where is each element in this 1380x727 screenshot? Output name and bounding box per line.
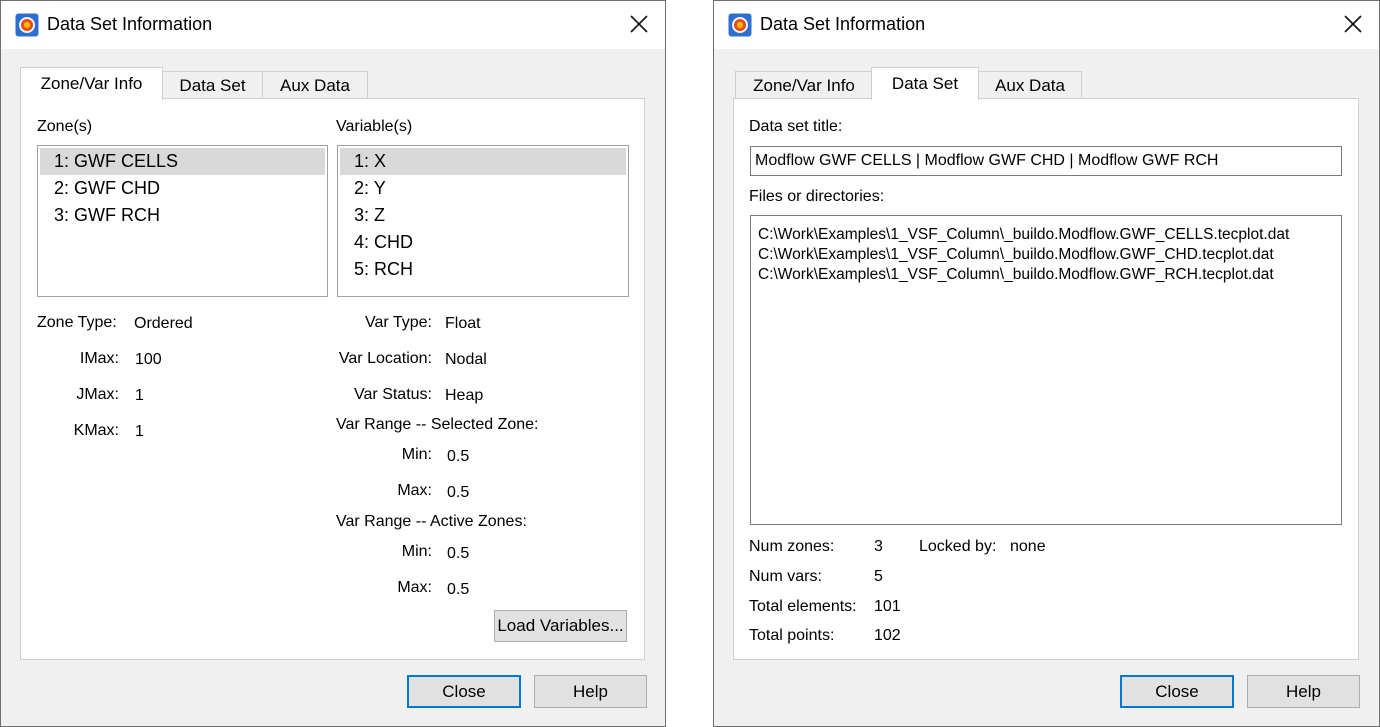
tab-data-set[interactable]: Data Set [162,71,263,99]
title-bar: Data Set Information [714,1,1379,49]
kmax-label: KMax: [73,422,119,439]
num-zones-value: 3 [874,538,883,555]
var-range-active-label: Var Range -- Active Zones: [336,513,527,530]
selected-max-value: 0.5 [447,484,470,501]
load-variables-button[interactable]: Load Variables... [494,610,627,642]
variable-item[interactable]: 3: Z [340,202,626,229]
dialog-data-set: Data Set Information Zone/Var Info Data … [713,0,1380,727]
active-min-label: Min: [401,543,432,560]
variables-label: Variable(s) [336,118,413,135]
dataset-title-input[interactable]: Modflow GWF CELLS | Modflow GWF CHD | Mo… [750,146,1342,176]
help-button[interactable]: Help [1247,675,1360,708]
num-vars-label: Num vars: [749,568,822,585]
zone-item[interactable]: 3: GWF RCH [40,202,325,229]
locked-by-label: Locked by: [919,538,997,555]
help-button[interactable]: Help [534,675,647,708]
active-max-label: Max: [397,579,432,596]
var-location-label: Var Location: [338,350,432,367]
title-bar: Data Set Information [1,1,665,49]
variable-item[interactable]: 1: X [340,148,626,175]
zone-type-label: Zone Type: [37,314,117,331]
jmax-label: JMax: [76,386,119,403]
var-status-label: Var Status: [354,386,432,403]
var-range-selected-label: Var Range -- Selected Zone: [336,416,539,433]
selected-min-label: Min: [401,446,432,463]
tab-zone-var-info[interactable]: Zone/Var Info [735,71,873,99]
var-location-value: Nodal [445,351,487,368]
zone-type-value: Ordered [134,315,193,332]
var-type-value: Float [445,315,481,332]
file-path: C:\Work\Examples\1_VSF_Column\_buildo.Mo… [758,266,1274,283]
zone-item[interactable]: 1: GWF CELLS [40,148,325,175]
close-button[interactable]: Close [407,675,521,708]
window-title: Data Set Information [760,14,926,34]
tecplot-app-icon [15,13,39,37]
total-elements-label: Total elements: [749,598,857,615]
files-textarea[interactable]: C:\Work\Examples\1_VSF_Column\_buildo.Mo… [750,215,1342,525]
imax-value: 100 [135,351,162,368]
imax-label: IMax: [79,350,119,367]
dataset-title-label: Data set title: [749,118,843,135]
files-label: Files or directories: [749,188,885,205]
tab-panel: Data set title: Modflow GWF CELLS | Modf… [733,98,1359,660]
variable-item[interactable]: 2: Y [340,175,626,202]
zones-label: Zone(s) [37,118,93,135]
tab-aux-data[interactable]: Aux Data [978,71,1082,99]
tab-data-set[interactable]: Data Set [871,67,979,100]
window-title: Data Set Information [47,14,213,34]
tab-panel: Zone(s) 1: GWF CELLS 2: GWF CHD 3: GWF R… [20,98,645,660]
total-points-label: Total points: [749,627,835,644]
dialog-zone-var-info: Data Set Information Zone/Var Info Data … [0,0,666,727]
file-path: C:\Work\Examples\1_VSF_Column\_buildo.Mo… [758,246,1274,263]
jmax-value: 1 [135,387,144,404]
variable-item[interactable]: 5: RCH [340,256,626,283]
var-type-label: Var Type: [365,314,432,331]
locked-by-value: none [1010,538,1046,555]
total-elements-value: 101 [874,598,901,615]
variable-item[interactable]: 4: CHD [340,229,626,256]
num-zones-label: Num zones: [749,538,835,555]
num-vars-value: 5 [874,568,883,585]
active-max-value: 0.5 [447,581,470,598]
close-icon[interactable] [1341,12,1365,36]
tecplot-app-icon [728,13,752,37]
total-points-value: 102 [874,627,901,644]
tab-zone-var-info[interactable]: Zone/Var Info [20,67,163,100]
var-status-value: Heap [445,387,484,404]
zone-item[interactable]: 2: GWF CHD [40,175,325,202]
selected-min-value: 0.5 [447,448,470,465]
tab-aux-data[interactable]: Aux Data [262,71,368,99]
active-min-value: 0.5 [447,545,470,562]
close-icon[interactable] [627,12,651,36]
dataset-title-value: Modflow GWF CELLS | Modflow GWF CHD | Mo… [755,152,1219,169]
variables-listbox[interactable]: 1: X 2: Y 3: Z 4: CHD 5: RCH [337,145,629,297]
selected-max-label: Max: [397,482,432,499]
close-button[interactable]: Close [1120,675,1234,708]
kmax-value: 1 [135,423,144,440]
file-path: C:\Work\Examples\1_VSF_Column\_buildo.Mo… [758,226,1290,243]
zones-listbox[interactable]: 1: GWF CELLS 2: GWF CHD 3: GWF RCH [37,145,328,297]
